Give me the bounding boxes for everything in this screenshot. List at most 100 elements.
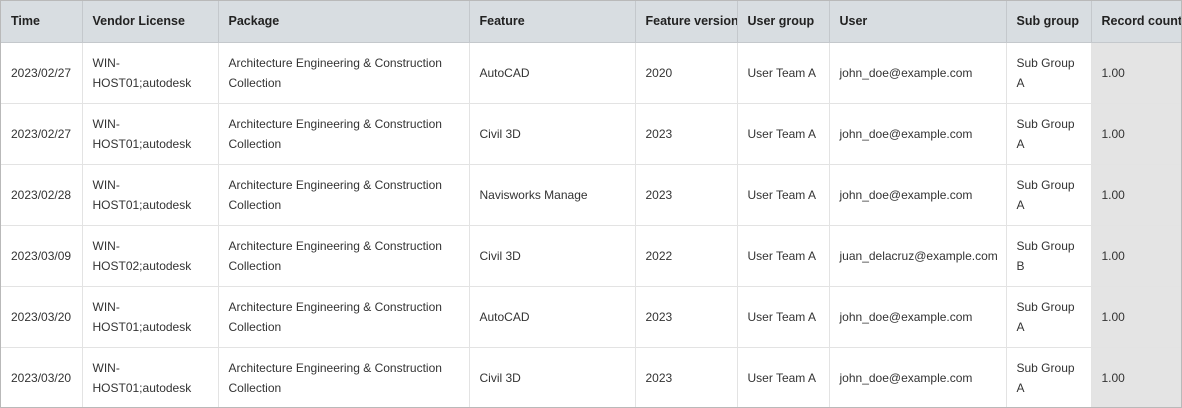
cell-vendor-license-line: WIN- (92, 238, 120, 253)
column-header-record-count[interactable]: Record count (1091, 1, 1181, 43)
cell-sub-group: Sub Group A (1006, 286, 1092, 348)
cell-time: 2023/02/27 (1, 103, 83, 165)
cell-vendor-license: WIN- HOST01;autodesk (82, 164, 219, 226)
cell-record-count: 1.00 (1091, 286, 1181, 348)
cell-sub-group-line: Sub Group (1016, 238, 1075, 253)
cell-package-line: Collection (228, 380, 282, 395)
column-header-vendor-license[interactable]: Vendor License (82, 1, 219, 43)
cell-user: john_doe@example.com (829, 164, 1007, 226)
cell-package-line: Architecture Engineering & Construction (228, 177, 442, 192)
cell-sub-group: Sub Group B (1006, 225, 1092, 287)
cell-sub-group-line: Sub Group (1016, 299, 1075, 314)
cell-vendor-license: WIN- HOST01;autodesk (82, 347, 219, 407)
column-header-user[interactable]: User (829, 1, 1007, 43)
cell-sub-group: Sub Group A (1006, 42, 1092, 104)
cell-feature: Civil 3D (469, 103, 636, 165)
column-header-feature[interactable]: Feature (469, 1, 636, 43)
cell-user: john_doe@example.com (829, 42, 1007, 104)
cell-feature: Navisworks Manage (469, 164, 636, 226)
table-row[interactable]: 2023/03/20 WIN- HOST01;autodesk Architectur… (1, 286, 1181, 348)
cell-sub-group: Sub Group A (1006, 103, 1092, 165)
cell-package-line: Architecture Engineering & Construction (228, 55, 442, 70)
cell-vendor-license-line: WIN- (92, 299, 120, 314)
cell-vendor-license-line: WIN- (92, 55, 120, 70)
table-row[interactable]: 2023/02/27 WIN- HOST01;autodesk Architectur… (1, 103, 1181, 165)
cell-time: 2023/02/27 (1, 42, 83, 104)
table-row[interactable]: 2023/03/09 WIN- HOST02;autodesk Architectur… (1, 225, 1181, 287)
cell-time: 2023/02/28 (1, 164, 83, 226)
cell-sub-group-line: A (1016, 75, 1025, 90)
cell-user: john_doe@example.com (829, 347, 1007, 407)
cell-user: john_doe@example.com (829, 103, 1007, 165)
cell-record-count: 1.00 (1091, 225, 1181, 287)
cell-time: 2023/03/20 (1, 286, 83, 348)
cell-feature-version: 2023 (635, 286, 738, 348)
cell-vendor-license: WIN- HOST01;autodesk (82, 286, 219, 348)
cell-sub-group-line: A (1016, 197, 1025, 212)
table-row[interactable]: 2023/03/20 WIN- HOST01;autodesk Architectur… (1, 347, 1181, 407)
data-table: Time Vendor License Package Feature Feat… (1, 1, 1181, 407)
cell-sub-group: Sub Group A (1006, 347, 1092, 407)
cell-package: Architecture Engineering & Construction C… (218, 225, 470, 287)
table-row[interactable]: 2023/02/27 WIN- HOST01;autodesk Architectur… (1, 42, 1181, 104)
cell-feature-version: 2023 (635, 347, 738, 407)
cell-package-line: Architecture Engineering & Construction (228, 238, 442, 253)
cell-user-group: User Team A (737, 225, 830, 287)
column-header-package[interactable]: Package (218, 1, 470, 43)
cell-sub-group-line: A (1016, 136, 1025, 151)
cell-time: 2023/03/09 (1, 225, 83, 287)
cell-record-count: 1.00 (1091, 42, 1181, 104)
cell-feature-version: 2022 (635, 225, 738, 287)
column-header-sub-group[interactable]: Sub group (1006, 1, 1092, 43)
cell-vendor-license-line: HOST02;autodesk (92, 258, 192, 273)
cell-user-group: User Team A (737, 347, 830, 407)
cell-vendor-license-line: HOST01;autodesk (92, 197, 192, 212)
cell-feature: AutoCAD (469, 286, 636, 348)
cell-sub-group-line: B (1016, 258, 1025, 273)
cell-vendor-license-line: HOST01;autodesk (92, 319, 192, 334)
column-header-time[interactable]: Time (1, 1, 83, 43)
cell-package-line: Collection (228, 258, 282, 273)
cell-vendor-license-line: WIN- (92, 360, 120, 375)
cell-vendor-license: WIN- HOST02;autodesk (82, 225, 219, 287)
cell-time: 2023/03/20 (1, 347, 83, 407)
cell-record-count: 1.00 (1091, 103, 1181, 165)
cell-package: Architecture Engineering & Construction C… (218, 42, 470, 104)
cell-sub-group-line: A (1016, 319, 1025, 334)
cell-vendor-license-line: HOST01;autodesk (92, 136, 192, 151)
cell-vendor-license-line: HOST01;autodesk (92, 75, 192, 90)
cell-vendor-license: WIN- HOST01;autodesk (82, 103, 219, 165)
table-body: 2023/02/27 WIN- HOST01;autodesk Architectur… (1, 42, 1181, 407)
cell-feature-version: 2020 (635, 42, 738, 104)
cell-package-line: Architecture Engineering & Construction (228, 299, 442, 314)
cell-user-group: User Team A (737, 42, 830, 104)
cell-feature-version: 2023 (635, 103, 738, 165)
cell-record-count: 1.00 (1091, 164, 1181, 226)
cell-sub-group-line: A (1016, 380, 1025, 395)
cell-package-line: Collection (228, 197, 282, 212)
header-row: Time Vendor License Package Feature Feat… (1, 1, 1181, 43)
cell-vendor-license-line: WIN- (92, 116, 120, 131)
cell-user-group: User Team A (737, 286, 830, 348)
cell-sub-group-line: Sub Group (1016, 116, 1075, 131)
column-header-user-group[interactable]: User group (737, 1, 830, 43)
cell-vendor-license-line: WIN- (92, 177, 120, 192)
cell-package-line: Collection (228, 319, 282, 334)
cell-feature: AutoCAD (469, 42, 636, 104)
cell-sub-group-line: Sub Group (1016, 55, 1075, 70)
table-row[interactable]: 2023/02/28 WIN- HOST01;autodesk Architectur… (1, 164, 1181, 226)
cell-feature-version: 2023 (635, 164, 738, 226)
license-usage-table: Time Vendor License Package Feature Feat… (0, 0, 1182, 408)
cell-user-group: User Team A (737, 103, 830, 165)
cell-record-count: 1.00 (1091, 347, 1181, 407)
cell-package: Architecture Engineering & Construction C… (218, 286, 470, 348)
cell-vendor-license-line: HOST01;autodesk (92, 380, 192, 395)
cell-user-group: User Team A (737, 164, 830, 226)
column-header-feature-version[interactable]: Feature version (635, 1, 738, 43)
cell-vendor-license: WIN- HOST01;autodesk (82, 42, 219, 104)
cell-feature: Civil 3D (469, 225, 636, 287)
cell-package: Architecture Engineering & Construction C… (218, 347, 470, 407)
cell-package: Architecture Engineering & Construction C… (218, 103, 470, 165)
cell-package-line: Collection (228, 75, 282, 90)
cell-package-line: Collection (228, 136, 282, 151)
